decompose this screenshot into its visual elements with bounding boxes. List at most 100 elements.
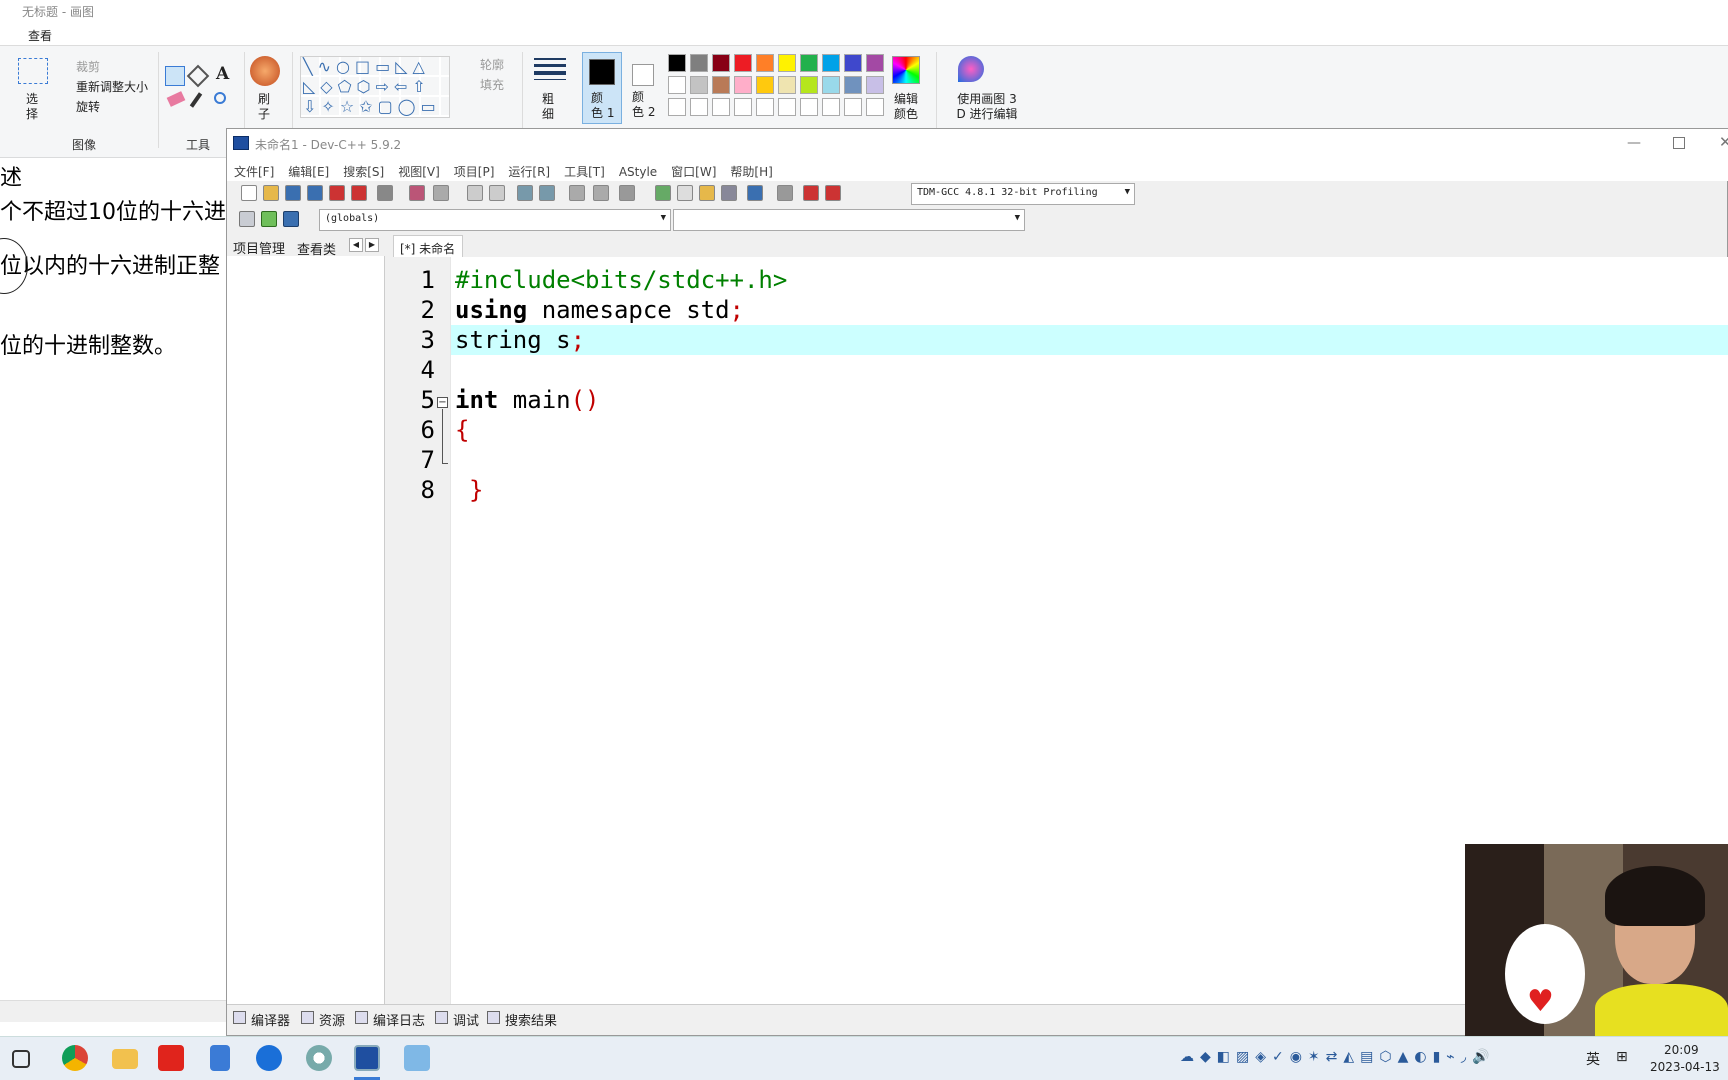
magnifier-icon[interactable]: [214, 92, 226, 104]
redo-icon[interactable]: [433, 185, 449, 201]
new-file-icon[interactable]: [241, 185, 257, 201]
fill-bucket-icon[interactable]: [186, 64, 210, 88]
file-explorer-icon[interactable]: [112, 1049, 138, 1069]
palette-swatch[interactable]: [712, 76, 730, 94]
palette-swatch[interactable]: [822, 98, 840, 116]
edit-colors-icon[interactable]: [892, 56, 920, 84]
outline-button[interactable]: 轮廓: [480, 56, 504, 73]
palette-swatch[interactable]: [866, 76, 884, 94]
devcpp-task-icon[interactable]: [354, 1045, 380, 1071]
keyboard-icon[interactable]: ⊞: [1616, 1049, 1628, 1065]
prev-icon[interactable]: [569, 185, 585, 201]
palette-swatch[interactable]: [844, 76, 862, 94]
pencil-icon[interactable]: [165, 66, 185, 86]
app-icon[interactable]: [404, 1045, 430, 1071]
wps-icon[interactable]: [158, 1045, 184, 1071]
palette-swatch[interactable]: [690, 76, 708, 94]
tab-project[interactable]: 项目管理: [233, 238, 285, 257]
palette-swatch[interactable]: [778, 76, 796, 94]
toggle-icon[interactable]: [619, 185, 635, 201]
tab-view[interactable]: 查看: [28, 27, 52, 44]
palette-swatch[interactable]: [668, 98, 686, 116]
paint3d-icon[interactable]: [958, 56, 984, 82]
fill-button[interactable]: 填充: [480, 76, 504, 93]
palette-swatch[interactable]: [822, 54, 840, 72]
palette-swatch[interactable]: [800, 98, 818, 116]
palette-swatch[interactable]: [734, 54, 752, 72]
goto-icon[interactable]: [239, 211, 255, 227]
shapes-gallery[interactable]: ╲∿○□▭◺△ ◺◇⬠⬡⇨⇦⇧ ⇩✧☆✩▢◯▭: [300, 56, 450, 118]
color1-button[interactable]: 颜 色 1: [582, 52, 622, 124]
rotate-button[interactable]: 旋转: [76, 98, 100, 115]
maximize-button[interactable]: [1673, 137, 1685, 149]
color-picker-icon[interactable]: [189, 92, 203, 108]
open-icon[interactable]: [263, 185, 279, 201]
edit-colors-button[interactable]: 编辑 颜色: [894, 92, 918, 122]
palette-swatch[interactable]: [866, 54, 884, 72]
menu-item[interactable]: AStyle: [612, 161, 664, 183]
select-button[interactable]: 选 择: [26, 92, 40, 122]
palette-swatch[interactable]: [712, 54, 730, 72]
fold-toggle-icon[interactable]: −: [437, 397, 448, 408]
palette-swatch[interactable]: [778, 54, 796, 72]
delete-icon[interactable]: [777, 185, 793, 201]
close-all-icon[interactable]: [351, 185, 367, 201]
close-button[interactable]: ✕: [1719, 133, 1728, 151]
minimize-button[interactable]: —: [1627, 135, 1641, 151]
undo-icon[interactable]: [409, 185, 425, 201]
palette-swatch[interactable]: [668, 54, 686, 72]
palette-swatch[interactable]: [800, 54, 818, 72]
next-icon[interactable]: [593, 185, 609, 201]
unindent-icon[interactable]: [539, 185, 555, 201]
compiler-select[interactable]: TDM-GCC 4.8.1 32-bit Profiling ▼: [911, 183, 1135, 205]
brush-icon[interactable]: [250, 56, 280, 86]
editor-tab[interactable]: [*] 未命名1: [393, 235, 463, 271]
palette-swatch[interactable]: [822, 76, 840, 94]
text-icon[interactable]: A: [216, 64, 229, 84]
crop-button[interactable]: 裁剪: [76, 58, 100, 75]
eraser-icon[interactable]: [166, 91, 186, 107]
grid1-icon[interactable]: [655, 185, 671, 201]
chrome-icon[interactable]: [62, 1045, 88, 1071]
member-select[interactable]: ▼: [673, 209, 1025, 231]
select-icon[interactable]: [18, 58, 48, 84]
task-view-icon[interactable]: [12, 1050, 30, 1068]
palette-swatch[interactable]: [844, 98, 862, 116]
save-all-icon[interactable]: [307, 185, 323, 201]
print-icon[interactable]: [377, 185, 393, 201]
palette-swatch[interactable]: [866, 98, 884, 116]
palette-swatch[interactable]: [734, 76, 752, 94]
paint3d-button[interactable]: 使用画图 3 D 进行编辑: [942, 92, 1032, 122]
grid2-icon[interactable]: [677, 185, 693, 201]
palette-swatch[interactable]: [668, 76, 686, 94]
insert-icon[interactable]: [261, 211, 277, 227]
scope-select[interactable]: (globals) ▼: [319, 209, 671, 231]
clock-time[interactable]: 20:09: [1664, 1043, 1699, 1057]
size-icon[interactable]: [534, 58, 566, 80]
palette-swatch[interactable]: [756, 98, 774, 116]
color2-button[interactable]: 颜 色 2: [628, 52, 662, 124]
grid3-icon[interactable]: [699, 185, 715, 201]
paint-canvas[interactable]: 述 个不超过10位的十六进 位以内的十六进制正整 位的十进制整数。: [0, 158, 226, 1000]
media-icon[interactable]: [256, 1045, 282, 1071]
tab-prev-icon[interactable]: ◀: [349, 238, 363, 252]
clock-date[interactable]: 2023-04-13: [1650, 1060, 1720, 1074]
save-icon[interactable]: [285, 185, 301, 201]
find-icon[interactable]: [467, 185, 483, 201]
notepad-icon[interactable]: [210, 1045, 230, 1071]
ime-indicator[interactable]: 英: [1586, 1049, 1600, 1069]
replace-icon[interactable]: [489, 185, 505, 201]
project-panel[interactable]: [227, 256, 385, 1004]
brush-button[interactable]: 刷 子: [258, 92, 270, 122]
devcpp-title-bar[interactable]: 未命名1 - Dev-C++ 5.9.2 — ✕: [227, 129, 1728, 159]
debug-icon[interactable]: [825, 185, 841, 201]
palette-swatch[interactable]: [690, 98, 708, 116]
palette-swatch[interactable]: [690, 54, 708, 72]
palette-swatch[interactable]: [712, 98, 730, 116]
tab-resources[interactable]: 资源: [319, 1010, 345, 1029]
indent-icon[interactable]: [517, 185, 533, 201]
paint-icon[interactable]: [306, 1045, 332, 1071]
palette-swatch[interactable]: [734, 98, 752, 116]
tab-debug[interactable]: 调试: [453, 1010, 479, 1029]
close-file-icon[interactable]: [329, 185, 345, 201]
